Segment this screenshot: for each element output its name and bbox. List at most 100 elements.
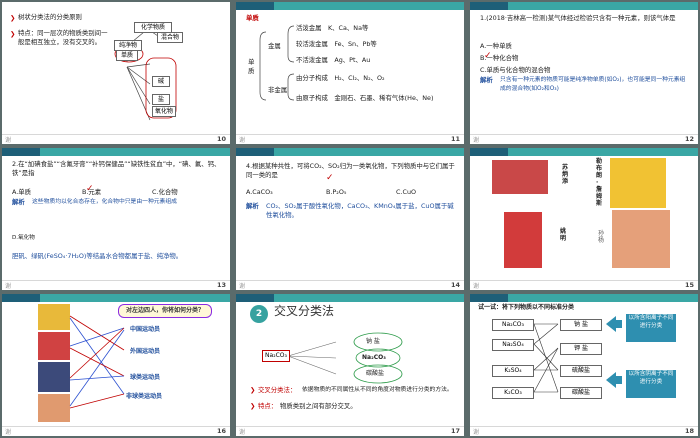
slide-14[interactable]: 4.根据某种共性，可将CO₂、SO₂归为一类氧化物，下列物质中与它们属于同一类的… [236,148,464,290]
slide-header-bar [470,148,698,156]
category-sulfate: 硫酸盐 [560,365,602,377]
slide-footer: 谢 18 [470,426,698,436]
metal-row-3: 不活泼金属 Ag、Pt、Au [296,56,371,64]
substance-2: Na₂SO₄ [492,339,534,351]
slide-footer: 谢 14 [236,280,464,290]
category-potassium-salt: 钾 盐 [560,343,602,355]
check-mark-icon: ✓ [484,51,492,61]
tree-salt: 盐 [152,94,170,105]
athlete-name-yao: 姚明 [560,228,567,242]
question-text: 4.根据某种共性，可将CO₂、SO₂归为一类氧化物，下列物质中与它们属于同一类的… [246,162,455,179]
slide-16[interactable]: 对左边四人，你将如何分类？ 中国运动员 外国运动员 球类运动员 非球类运动员 谢… [2,294,230,436]
metal-row-2: 较活泼金属 Fe、Sn、Pb等 [296,40,377,48]
option-c: C.CuO [396,188,417,196]
slide-number: 14 [450,281,460,289]
athlete-photo-su [492,160,548,194]
category-carbonate: 碳酸盐 [560,387,602,399]
tree-lines [114,31,177,121]
slide-footer: 谢 12 [470,134,698,144]
option-a: A.CaCO₃ [246,188,273,196]
category-sodium-carbonate: Na₂CO₃ [362,354,386,361]
analysis-text: 只含有一种元素的物质可能是纯净物单质(如O₂)，也可能是同一种元素组成的混合物(… [500,77,686,92]
slide-footer: 谢 13 [2,280,230,290]
category-sodium-salt: 钠 盐 [366,338,380,345]
nonmetal-label: 非金属 [268,86,288,94]
athlete-name-sun: 孙杨 [598,230,605,244]
slide-footer: 谢 10 [2,134,230,144]
formula-box: Na₂CO₃ [262,350,290,362]
category-chinese-athlete: 中国运动员 [130,326,161,333]
element-label: 单质 [248,58,255,75]
slide-footer: 谢 11 [236,134,464,144]
athlete-photo-sun [612,210,670,268]
question-bubble: 对左边四人，你将如何分类？ [118,304,212,318]
tree-base: 碱 [152,76,170,87]
athlete-name-su: 苏炳添 [562,164,569,185]
bullet-icon: ❯ [250,402,256,410]
category-ball-athlete: 球类运动员 [130,374,161,381]
category-carbonate: 碳酸盐 [366,370,385,377]
cross-lines [287,332,403,384]
bullet-icon: ❯ [250,386,256,394]
nonmetal-row-2: 由原子构成 金刚石、石墨、稀有气体(He、Ne) [296,94,434,102]
feature-label: 特点： [258,402,278,410]
check-mark-icon: ✓ [326,173,334,183]
tree-element: 单质 [116,50,138,61]
slide-footer: 谢 15 [470,280,698,290]
metal-label: 金属 [268,42,281,50]
option-c: C.化合物 [152,188,178,196]
slide-number: 16 [216,427,226,435]
tree-oxide: 氧化物 [152,106,176,117]
cation-classification-note: 以所含阳离子不同进行分类 [626,314,676,342]
category-sodium-salt: 钠 盐 [560,319,602,331]
athlete-photo-james [610,158,666,208]
slide-10[interactable]: ❯ 树状分类法的分类原则 ❯ 特点：同一层次的物质类别间一般是相互独立，没有交叉… [2,2,230,144]
option-a: A.一种单质 [480,42,512,50]
slide-number: 11 [450,135,460,143]
slide-12[interactable]: 1.(2018·吉林高一检测)某气体经过检验只含有一种元素，则该气体是 A.一种… [470,2,698,144]
question-text: 1.(2018·吉林高一检测)某气体经过检验只含有一种元素，则该气体是 [480,14,676,22]
slide-number: 17 [450,427,460,435]
analysis-text: CO₂、SO₂属于酸性氧化物，CaCO₃、KMnO₄属于盐，CuO属于碱性氧化物… [266,202,454,219]
option-b: B.P₂O₅ [326,188,347,196]
analysis-label: 解析 [480,76,493,84]
analysis-text: 这些物质均以化合态存在，化合物中只是由一种元素组成 [32,199,177,205]
option-a: A.单质 [12,188,32,196]
check-mark-icon: ✓ [86,184,94,194]
slide-footer: 谢 16 [2,426,230,436]
metal-row-1: 活泼金属 K、Ca、Na等 [296,24,369,32]
anion-classification-note: 以所含阴离子不同进行分类 [626,370,676,398]
athlete-name-james: 勒布朗·詹姆斯 [596,158,603,207]
slide-17[interactable]: 2 交叉分类法 Na₂CO₃ 钠 盐 Na₂CO₃ 碳酸盐 ❯ 交叉分类法： 依… [236,294,464,436]
slide-number: 10 [216,135,226,143]
question-text: 2.在“加碘食盐”“含氟牙膏”“补钙保健品”“缺铁性贫血”中，“碘、氟、钙、铁”… [12,160,221,177]
slide-header-bar [236,148,464,156]
tree-mixture: 混合物 [157,32,183,43]
option-c: C.单质与化合物的混合物 [480,66,551,74]
slide-number: 12 [684,135,694,143]
slide-number: 15 [684,281,694,289]
definition-label: 交叉分类法： [258,386,297,394]
slide-13[interactable]: 2.在“加碘食盐”“含氟牙膏”“补钙保健品”“缺铁性贫血”中，“碘、氟、钙、铁”… [2,148,230,290]
athlete-photo-yao [504,212,542,268]
analysis-text-2: 胆矾、绿矾(FeSO₄·7H₂O)等结晶水合物都属于盐、纯净物。 [12,252,183,260]
slide-15[interactable]: 苏炳添 勒布朗·詹姆斯 姚明 孙杨 谢 15 [470,148,698,290]
category-non-ball-athlete: 非球类运动员 [126,393,163,400]
analysis-label: 解析 [12,198,25,206]
definition-text: 依据物质的不同属性从不同的角度对物质进行分类的方法。 [302,387,453,393]
analysis-label: 解析 [246,202,259,210]
feature-text: 物质类别之间有部分交叉。 [280,402,357,410]
slide-number: 13 [216,281,226,289]
slide-18[interactable]: 试一试：将下列物质以不同标准分类 Na₂CO₃ Na₂SO₄ K₂SO₄ K₂C… [470,294,698,436]
substance-4: K₂CO₃ [492,387,534,399]
substance-3: K₂SO₄ [492,365,534,377]
slide-header-bar [470,2,698,10]
slide-header-bar [2,148,230,156]
slide-number: 18 [684,427,694,435]
nonmetal-row-1: 由分子构成 H₂、Cl₂、N₂、O₂ [296,74,385,82]
slide-footer: 谢 17 [236,426,464,436]
slide-11[interactable]: 单质 单质 金属 非金属 活泼金属 K、Ca、Na等 较活泼金属 Fe、Sn、P… [236,2,464,144]
category-foreign-athlete: 外国运动员 [130,348,161,355]
option-d: D.氧化物 [12,235,35,241]
substance-1: Na₂CO₃ [492,319,534,331]
